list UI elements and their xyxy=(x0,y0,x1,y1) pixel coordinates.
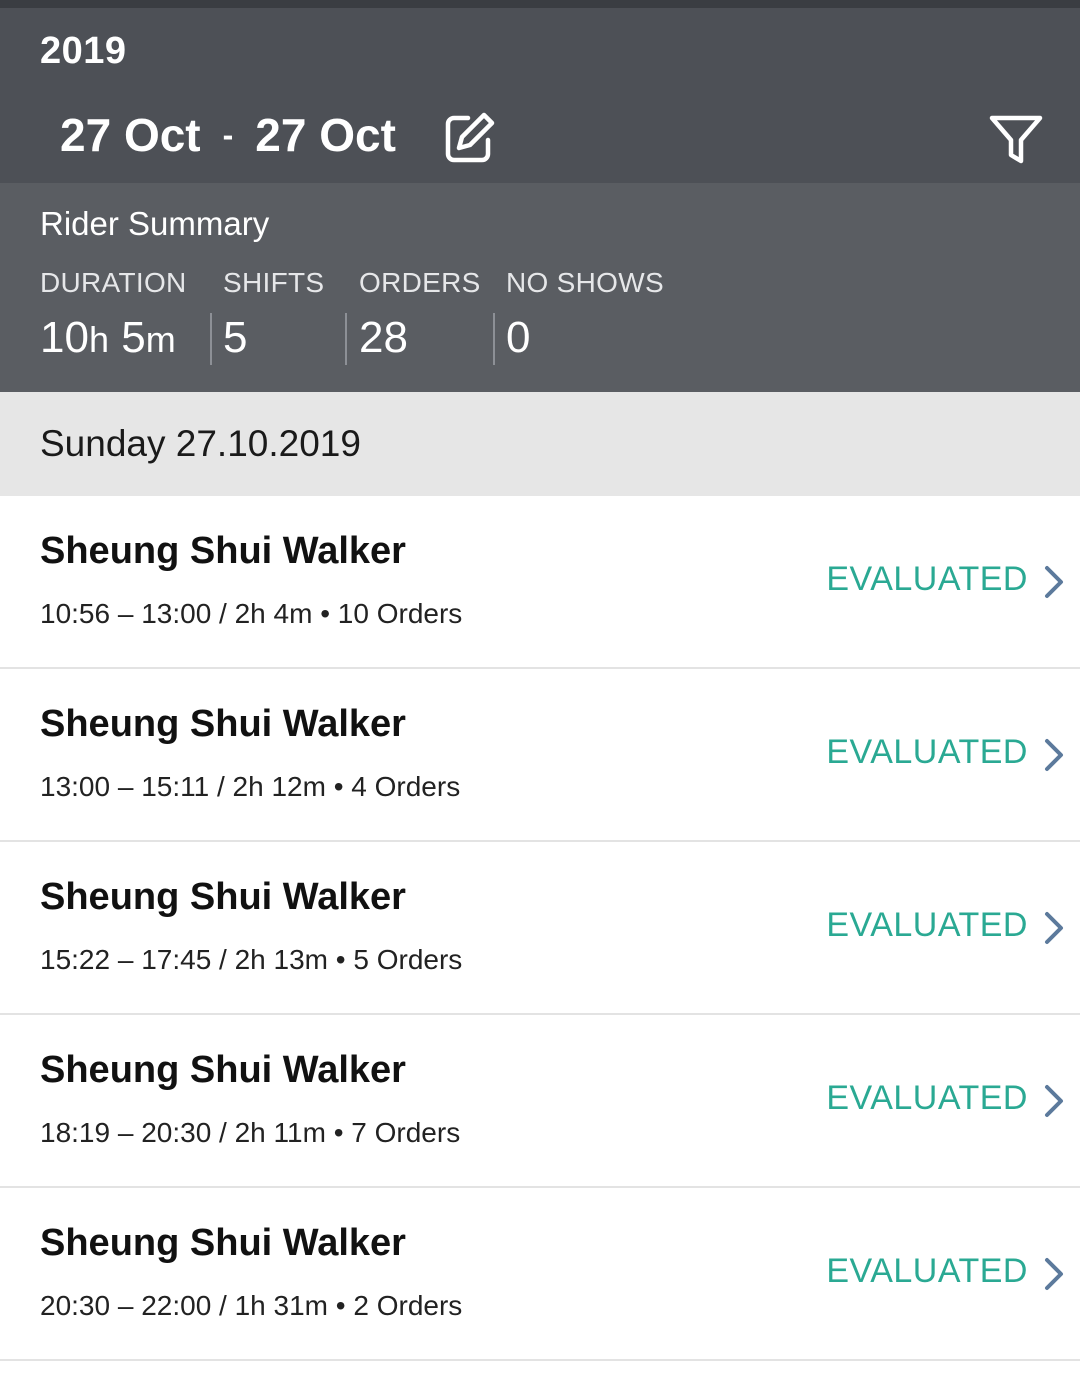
shift-row[interactable]: Sheung Shui Walker 13:00 – 15:11 / 2h 12… xyxy=(0,669,1080,842)
shift-meta: 18:19 – 20:30 / 2h 11m • 7 Orders xyxy=(40,1117,461,1148)
date-from: 27 Oct xyxy=(60,109,201,161)
status-strip xyxy=(0,0,1080,8)
chevron-right-icon xyxy=(1045,1085,1063,1117)
shift-meta: 13:00 – 15:11 / 2h 12m • 4 Orders xyxy=(40,771,461,802)
shift-row[interactable]: Sheung Shui Walker 18:19 – 20:30 / 2h 11… xyxy=(0,1015,1080,1188)
duration-hours: 10 xyxy=(40,313,89,362)
duration-minutes: 5 xyxy=(121,313,146,362)
date-header: 2019 27 Oct - 27 Oct xyxy=(0,8,1080,183)
stat-divider xyxy=(210,313,212,365)
no-shows-value: 0 xyxy=(506,313,531,362)
stat-divider xyxy=(345,313,347,365)
shift-title: Sheung Shui Walker xyxy=(40,876,406,918)
duration-hours-unit: h xyxy=(88,319,109,360)
no-shows-label: NO SHOWS xyxy=(506,267,664,298)
shift-meta: 10:56 – 13:00 / 2h 4m • 10 Orders xyxy=(40,598,463,629)
summary-title: Rider Summary xyxy=(40,205,270,242)
shift-title: Sheung Shui Walker xyxy=(40,1222,406,1264)
shift-meta: 15:22 – 17:45 / 2h 13m • 5 Orders xyxy=(40,944,463,975)
shifts-label: SHIFTS xyxy=(223,267,325,298)
status-label: EVALUATED xyxy=(826,906,1028,944)
shift-meta: 20:30 – 22:00 / 1h 31m • 2 Orders xyxy=(40,1290,463,1321)
year-label: 2019 xyxy=(40,30,127,72)
duration-minutes-unit: m xyxy=(145,319,176,360)
stat-no-shows: NO SHOWS 0 xyxy=(506,267,664,362)
rider-summary: Rider Summary DURATION 10h 5m SHIFTS 5 O… xyxy=(0,183,1080,392)
stat-divider xyxy=(493,313,495,365)
orders-value: 28 xyxy=(359,313,408,362)
stat-duration: DURATION 10h 5m xyxy=(40,267,187,362)
chevron-right-icon xyxy=(1045,1258,1063,1290)
shift-row[interactable]: Sheung Shui Walker 10:56 – 13:00 / 2h 4m… xyxy=(0,496,1080,669)
status-label: EVALUATED xyxy=(826,733,1028,771)
shift-row[interactable]: Sheung Shui Walker 15:22 – 17:45 / 2h 13… xyxy=(0,842,1080,1015)
status-label: EVALUATED xyxy=(826,1079,1028,1117)
status-label: EVALUATED xyxy=(826,560,1028,598)
date-range[interactable]: 27 Oct - 27 Oct xyxy=(60,108,396,162)
chevron-right-icon xyxy=(1045,739,1063,771)
day-header: Sunday 27.10.2019 xyxy=(0,392,1080,496)
day-label: Sunday 27.10.2019 xyxy=(40,423,361,464)
shift-title: Sheung Shui Walker xyxy=(40,703,406,745)
duration-label: DURATION xyxy=(40,267,187,298)
stat-orders: ORDERS 28 xyxy=(359,267,481,362)
shifts-value: 5 xyxy=(223,313,248,362)
status-label: EVALUATED xyxy=(826,1252,1028,1290)
orders-label: ORDERS xyxy=(359,267,481,298)
shift-title: Sheung Shui Walker xyxy=(40,1049,406,1091)
chevron-right-icon xyxy=(1045,912,1063,944)
duration-value: 10h 5m xyxy=(40,313,176,363)
edit-icon[interactable] xyxy=(442,110,498,166)
date-separator: - xyxy=(222,116,234,153)
shift-title: Sheung Shui Walker xyxy=(40,530,406,572)
stat-shifts: SHIFTS 5 xyxy=(223,267,325,362)
shift-row[interactable]: Sheung Shui Walker 20:30 – 22:00 / 1h 31… xyxy=(0,1188,1080,1361)
filter-icon[interactable] xyxy=(988,114,1044,166)
date-to: 27 Oct xyxy=(255,109,396,161)
chevron-right-icon xyxy=(1045,566,1063,598)
shift-list: Sheung Shui Walker 10:56 – 13:00 / 2h 4m… xyxy=(0,496,1080,1361)
